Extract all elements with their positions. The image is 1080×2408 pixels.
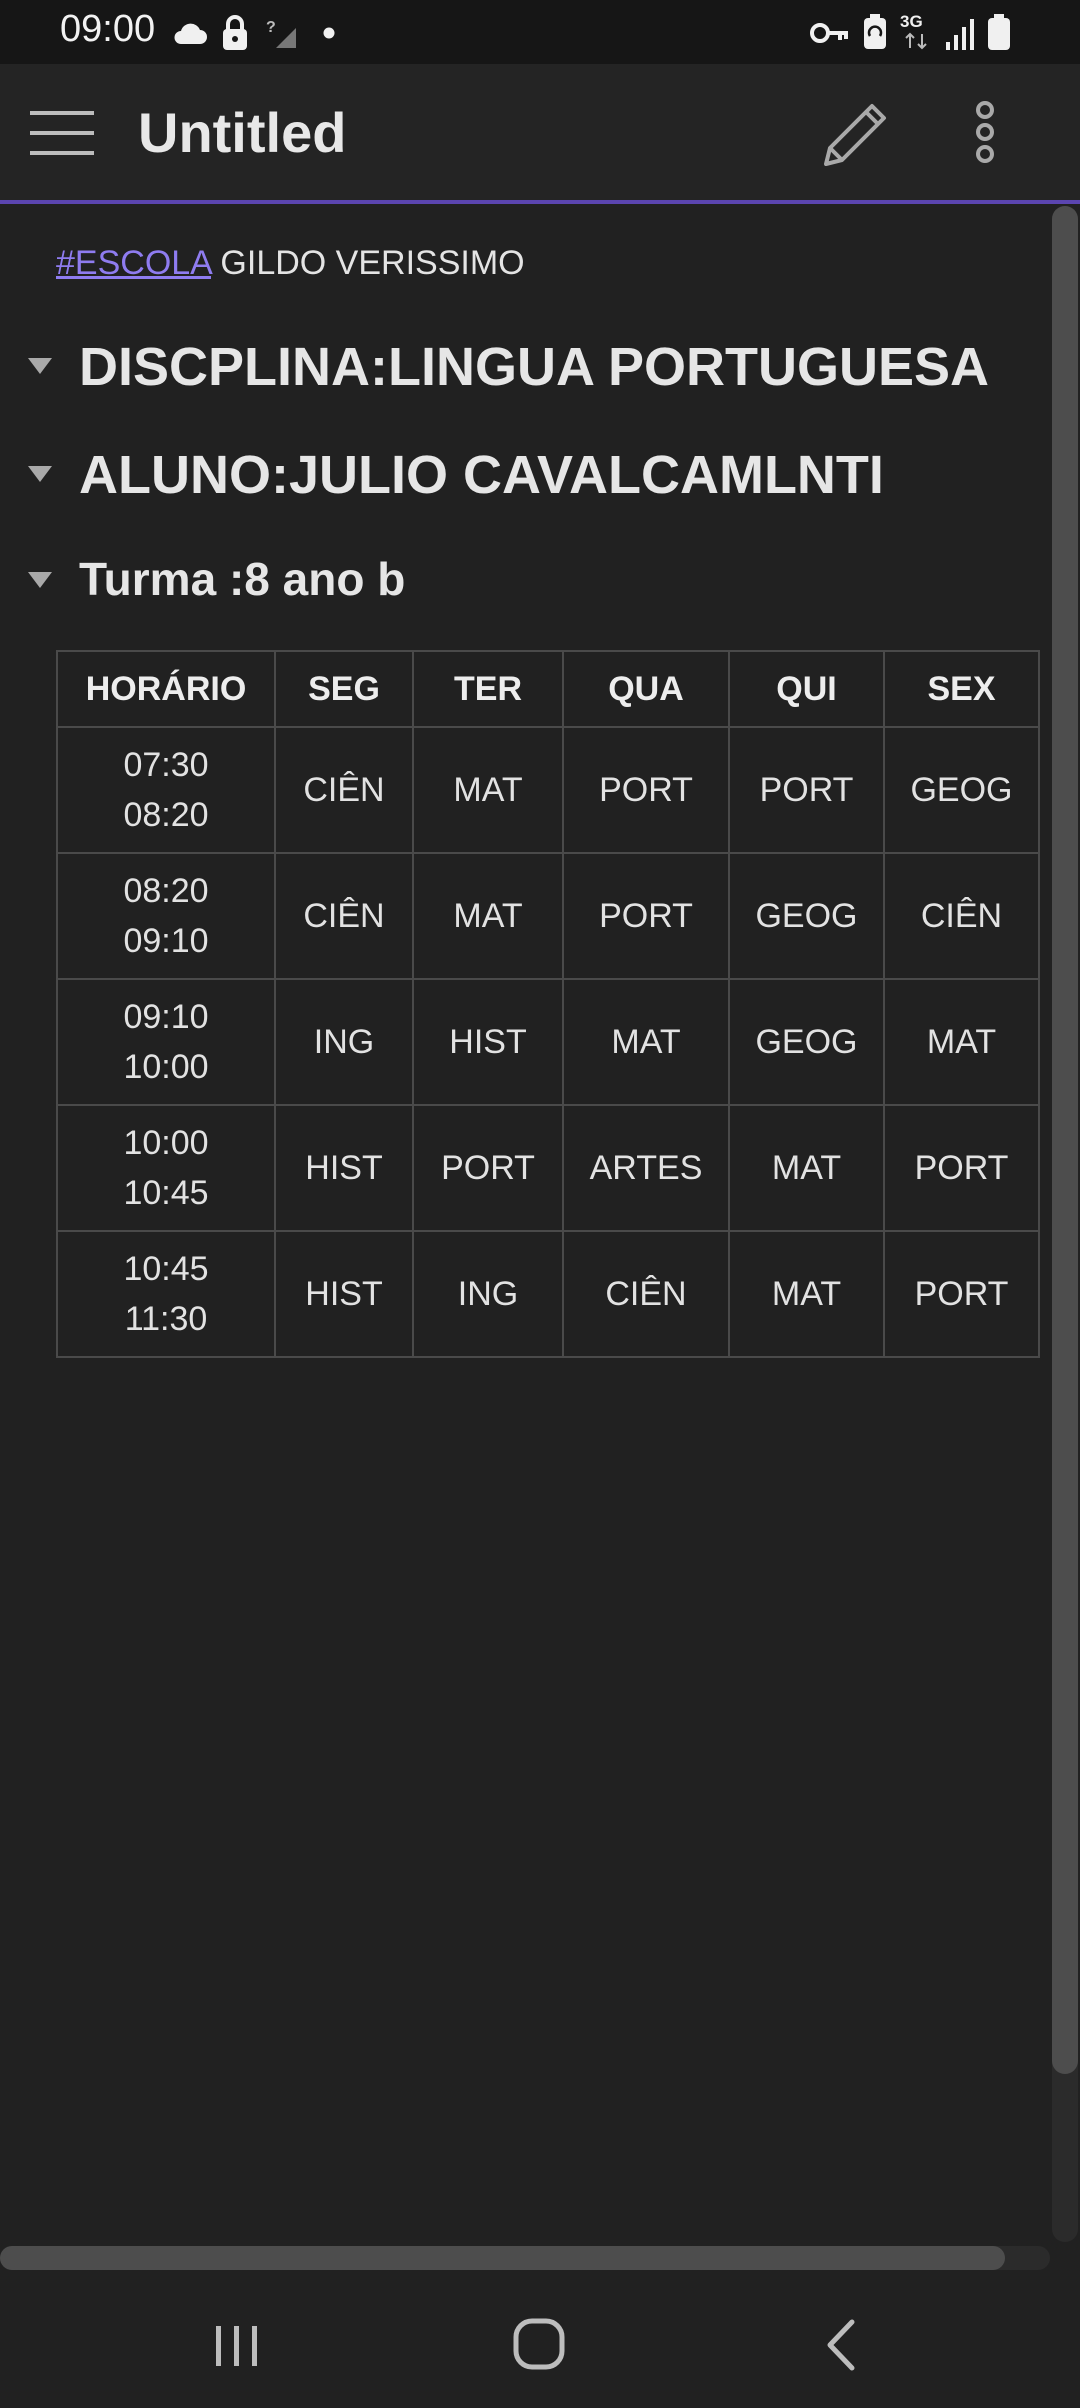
recent-apps-icon bbox=[216, 2326, 257, 2366]
time-start: 10:00 bbox=[123, 1124, 209, 1162]
subject-cell: MAT bbox=[412, 726, 564, 854]
time-end: 08:20 bbox=[123, 796, 209, 834]
table-row: 10:45 11:30 HIST ING CIÊN MAT PORT bbox=[56, 1230, 1040, 1358]
collapse-caret-icon[interactable] bbox=[28, 572, 52, 588]
heading-discipline: DISCPLINA:LINGUA PORTUGUESA bbox=[0, 332, 1040, 402]
time-end: 09:10 bbox=[123, 922, 209, 960]
more-vertical-icon bbox=[976, 101, 994, 163]
table-row: 10:00 10:45 HIST PORT ARTES MAT PORT bbox=[56, 1104, 1040, 1232]
column-header: HORÁRIO bbox=[56, 650, 276, 728]
heading-text: DISCPLINA:LINGUA PORTUGUESA bbox=[79, 337, 990, 397]
heading-student: ALUNO:JULIO CAVALCAMLNTI bbox=[0, 438, 1040, 508]
table-header-row: HORÁRIO SEG TER QUA QUI SEX bbox=[56, 650, 1040, 728]
schedule-table: HORÁRIO SEG TER QUA QUI SEX 07:30 08:20 CI… bbox=[56, 650, 1040, 1358]
back-icon bbox=[827, 2319, 855, 2371]
subject-cell: PORT bbox=[412, 1104, 564, 1232]
svg-text:?: ? bbox=[266, 19, 276, 36]
subject-cell: CIÊN bbox=[274, 852, 414, 980]
tag-link[interactable]: #ESCOLA bbox=[56, 244, 211, 282]
column-header: TER bbox=[412, 650, 564, 728]
subject-cell: CIÊN bbox=[274, 726, 414, 854]
page-title: Untitled bbox=[138, 101, 347, 164]
heading-class: Turma :8 ano b bbox=[0, 544, 1040, 605]
time-end: 11:30 bbox=[124, 1300, 208, 1338]
no-signal-icon: ? bbox=[266, 19, 296, 48]
subject-cell: MAT bbox=[562, 978, 730, 1106]
tag-line: #ESCOLA GILDO VERISSIMO bbox=[56, 244, 525, 283]
subject-cell: HIST bbox=[412, 978, 564, 1106]
subject-cell: ARTES bbox=[562, 1104, 730, 1232]
subject-cell: PORT bbox=[883, 1104, 1040, 1232]
subject-cell: MAT bbox=[728, 1104, 885, 1232]
column-header: QUA bbox=[562, 650, 730, 728]
subject-cell: MAT bbox=[412, 852, 564, 980]
network-label: 3G bbox=[900, 12, 923, 31]
battery-saver-icon bbox=[864, 14, 886, 49]
pencil-icon bbox=[824, 104, 886, 166]
heading-text: ALUNO:JULIO CAVALCAMLNTI bbox=[79, 445, 884, 505]
subject-cell: MAT bbox=[883, 978, 1040, 1106]
subject-cell: GEOG bbox=[728, 852, 885, 980]
home-icon bbox=[513, 2318, 565, 2370]
horizontal-scrollbar-thumb[interactable] bbox=[0, 2246, 1005, 2270]
table-row: 07:30 08:20 CIÊN MAT PORT PORT GEOG bbox=[56, 726, 1040, 854]
subject-cell: GEOG bbox=[883, 726, 1040, 854]
subject-cell: PORT bbox=[883, 1230, 1040, 1358]
lock-icon bbox=[223, 15, 247, 50]
table-row: 09:10 10:00 ING HIST MAT GEOG MAT bbox=[56, 978, 1040, 1106]
more-options-button[interactable] bbox=[960, 90, 1010, 180]
subject-cell: GEOG bbox=[728, 978, 885, 1106]
time-start: 09:10 bbox=[123, 998, 209, 1036]
time-end: 10:00 bbox=[123, 1048, 209, 1086]
note-content[interactable]: #ESCOLA GILDO VERISSIMO DISCPLINA:LINGUA… bbox=[0, 204, 1080, 2244]
time-start: 08:20 bbox=[123, 872, 209, 910]
edit-button[interactable] bbox=[810, 90, 900, 180]
battery-icon bbox=[988, 14, 1010, 50]
time-cell: 08:20 09:10 bbox=[56, 852, 276, 980]
subject-cell: HIST bbox=[274, 1104, 414, 1232]
vertical-scrollbar-thumb[interactable] bbox=[1052, 206, 1078, 2074]
subject-cell: CIÊN bbox=[562, 1230, 730, 1358]
dot-icon bbox=[323, 27, 335, 39]
cloud-icon bbox=[174, 23, 207, 44]
time-cell: 09:10 10:00 bbox=[56, 978, 276, 1106]
time-cell: 10:45 11:30 bbox=[56, 1230, 276, 1358]
subject-cell: CIÊN bbox=[883, 852, 1040, 980]
time-end: 10:45 bbox=[123, 1174, 209, 1212]
home-button[interactable] bbox=[494, 2300, 584, 2390]
heading-text: Turma :8 ano b bbox=[79, 553, 406, 605]
collapse-caret-icon[interactable] bbox=[28, 358, 52, 374]
time-cell: 10:00 10:45 bbox=[56, 1104, 276, 1232]
subject-cell: MAT bbox=[728, 1230, 885, 1358]
subject-cell: HIST bbox=[274, 1230, 414, 1358]
subject-cell: PORT bbox=[562, 726, 730, 854]
column-header: QUI bbox=[728, 650, 885, 728]
subject-cell: ING bbox=[412, 1230, 564, 1358]
status-bar: 09:00 ? 3G bbox=[0, 0, 1080, 64]
back-button[interactable] bbox=[796, 2300, 886, 2390]
time-start: 10:45 bbox=[123, 1250, 209, 1288]
menu-button[interactable] bbox=[28, 103, 96, 163]
status-right-icons: 3G bbox=[810, 12, 1020, 54]
hamburger-icon bbox=[30, 111, 94, 155]
column-header: SEX bbox=[883, 650, 1040, 728]
time-start: 07:30 bbox=[123, 746, 209, 784]
column-header: SEG bbox=[274, 650, 414, 728]
subject-cell: PORT bbox=[562, 852, 730, 980]
subject-cell: PORT bbox=[728, 726, 885, 854]
recent-apps-button[interactable] bbox=[192, 2300, 282, 2390]
key-icon bbox=[810, 23, 848, 43]
tag-text: GILDO VERISSIMO bbox=[210, 244, 525, 282]
collapse-caret-icon[interactable] bbox=[28, 466, 52, 482]
table-row: 08:20 09:10 CIÊN MAT PORT GEOG CIÊN bbox=[56, 852, 1040, 980]
schedule-body: 07:30 08:20 CIÊN MAT PORT PORT GEOG 08:20 09:10 C… bbox=[56, 726, 1040, 1358]
network-3g-icon: 3G bbox=[900, 12, 934, 52]
subject-cell: ING bbox=[274, 978, 414, 1106]
signal-icon bbox=[946, 19, 974, 50]
status-time: 09:00 bbox=[60, 8, 156, 50]
time-cell: 07:30 08:20 bbox=[56, 726, 276, 854]
